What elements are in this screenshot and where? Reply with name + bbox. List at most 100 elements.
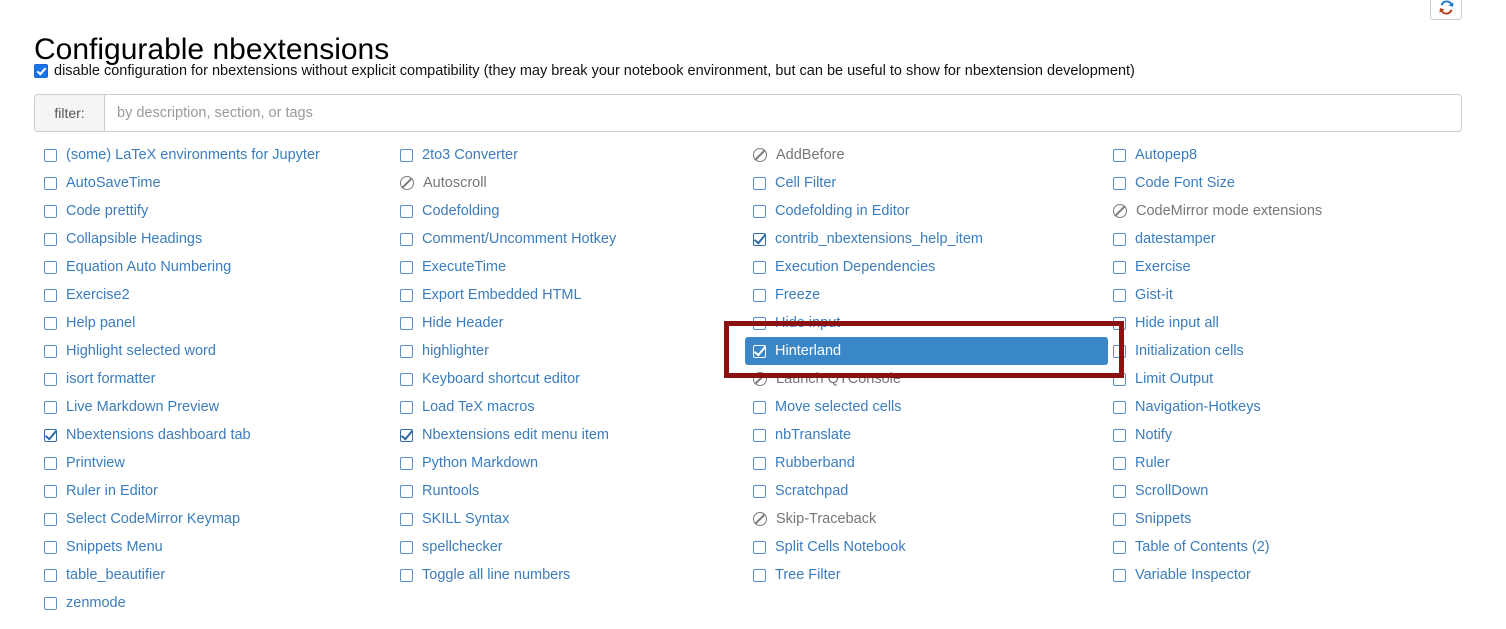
checkbox-unchecked-icon[interactable] <box>1113 288 1126 302</box>
extension-row[interactable]: (some) LaTeX environments for Jupyter <box>44 141 394 169</box>
checkbox-unchecked-icon[interactable] <box>44 512 57 526</box>
checkbox-unchecked-icon[interactable] <box>44 288 57 302</box>
checkbox-unchecked-icon[interactable] <box>1113 428 1126 442</box>
checkbox-unchecked-icon[interactable] <box>1113 232 1126 246</box>
checkbox-unchecked-icon[interactable] <box>1113 540 1126 554</box>
checkbox-unchecked-icon[interactable] <box>1113 148 1126 162</box>
extension-row[interactable]: Python Markdown <box>400 449 750 477</box>
checkbox-unchecked-icon[interactable] <box>44 148 57 162</box>
extension-row[interactable]: Keyboard shortcut editor <box>400 365 750 393</box>
extension-row[interactable]: Limit Output <box>1113 365 1493 393</box>
extension-row[interactable]: Select CodeMirror Keymap <box>44 505 394 533</box>
checkbox-checked-icon[interactable] <box>44 428 57 442</box>
checkbox-unchecked-icon[interactable] <box>753 484 766 498</box>
extension-row[interactable]: SKILL Syntax <box>400 505 750 533</box>
checkbox-unchecked-icon[interactable] <box>44 316 57 330</box>
extension-row[interactable]: Codefolding <box>400 197 750 225</box>
checkbox-unchecked-icon[interactable] <box>44 204 57 218</box>
extension-row[interactable]: 2to3 Converter <box>400 141 750 169</box>
checkbox-unchecked-icon[interactable] <box>1113 484 1126 498</box>
extension-row[interactable]: Autoscroll <box>400 169 750 197</box>
extension-row[interactable]: Skip-Traceback <box>753 505 1108 533</box>
checkbox-unchecked-icon[interactable] <box>1113 568 1126 582</box>
extension-row[interactable]: Snippets Menu <box>44 533 394 561</box>
checkbox-unchecked-icon[interactable] <box>1113 372 1126 386</box>
checkbox-unchecked-icon[interactable] <box>44 344 57 358</box>
extension-row[interactable]: Live Markdown Preview <box>44 393 394 421</box>
extension-row[interactable]: Exercise2 <box>44 281 394 309</box>
extension-row[interactable]: Highlight selected word <box>44 337 394 365</box>
extension-row[interactable]: AddBefore <box>753 141 1108 169</box>
checkbox-unchecked-icon[interactable] <box>753 316 766 330</box>
checkbox-unchecked-icon[interactable] <box>44 232 57 246</box>
checkbox-unchecked-icon[interactable] <box>400 316 413 330</box>
extension-row[interactable]: Help panel <box>44 309 394 337</box>
extension-row[interactable]: Load TeX macros <box>400 393 750 421</box>
extension-row[interactable]: Ruler <box>1113 449 1493 477</box>
extension-row[interactable]: Equation Auto Numbering <box>44 253 394 281</box>
checkbox-unchecked-icon[interactable] <box>400 512 413 526</box>
checkbox-unchecked-icon[interactable] <box>1113 176 1126 190</box>
refresh-button[interactable] <box>1430 0 1462 20</box>
extension-row[interactable]: ScrollDown <box>1113 477 1493 505</box>
extension-row[interactable]: Code Font Size <box>1113 169 1493 197</box>
checkbox-unchecked-icon[interactable] <box>1113 344 1126 358</box>
extension-row[interactable]: Runtools <box>400 477 750 505</box>
extension-row[interactable]: Notify <box>1113 421 1493 449</box>
extension-row[interactable]: Autopep8 <box>1113 141 1493 169</box>
checkbox-unchecked-icon[interactable] <box>400 204 413 218</box>
checkbox-unchecked-icon[interactable] <box>753 540 766 554</box>
extension-row[interactable]: Table of Contents (2) <box>1113 533 1493 561</box>
extension-row[interactable]: Codefolding in Editor <box>753 197 1108 225</box>
extension-row[interactable]: Scratchpad <box>753 477 1108 505</box>
checkbox-unchecked-icon[interactable] <box>44 400 57 414</box>
extension-row[interactable]: zenmode <box>44 589 394 617</box>
checkbox-unchecked-icon[interactable] <box>400 540 413 554</box>
checkbox-unchecked-icon[interactable] <box>44 596 57 610</box>
extension-row[interactable]: Printview <box>44 449 394 477</box>
checkbox-unchecked-icon[interactable] <box>44 176 57 190</box>
checkbox-unchecked-icon[interactable] <box>753 400 766 414</box>
extension-row[interactable]: Comment/Uncomment Hotkey <box>400 225 750 253</box>
filter-input[interactable] <box>105 95 1461 131</box>
checkbox-unchecked-icon[interactable] <box>753 456 766 470</box>
checkbox-unchecked-icon[interactable] <box>400 400 413 414</box>
checkbox-unchecked-icon[interactable] <box>1113 512 1126 526</box>
extension-row[interactable]: Cell Filter <box>753 169 1108 197</box>
checkbox-unchecked-icon[interactable] <box>1113 456 1126 470</box>
checkbox-unchecked-icon[interactable] <box>44 568 57 582</box>
disable-config-row[interactable]: disable configuration for nbextensions w… <box>34 62 1135 80</box>
extension-row[interactable]: isort formatter <box>44 365 394 393</box>
extension-row[interactable]: table_beautifier <box>44 561 394 589</box>
extension-row[interactable]: Execution Dependencies <box>753 253 1108 281</box>
checkbox-unchecked-icon[interactable] <box>400 456 413 470</box>
extension-row[interactable]: Nbextensions edit menu item <box>400 421 750 449</box>
extension-row[interactable]: Ruler in Editor <box>44 477 394 505</box>
extension-row[interactable]: Hide input <box>753 309 1108 337</box>
extension-row[interactable]: spellchecker <box>400 533 750 561</box>
checkbox-unchecked-icon[interactable] <box>753 176 766 190</box>
extension-row[interactable]: Hinterland <box>745 337 1108 365</box>
extension-row[interactable]: Export Embedded HTML <box>400 281 750 309</box>
checkbox-unchecked-icon[interactable] <box>753 204 766 218</box>
extension-row[interactable]: Initialization cells <box>1113 337 1493 365</box>
checkbox-unchecked-icon[interactable] <box>44 260 57 274</box>
checkbox-unchecked-icon[interactable] <box>400 260 413 274</box>
checkbox-unchecked-icon[interactable] <box>753 428 766 442</box>
checkbox-checked-icon[interactable] <box>753 344 766 358</box>
extension-row[interactable]: Nbextensions dashboard tab <box>44 421 394 449</box>
extension-row[interactable]: ExecuteTime <box>400 253 750 281</box>
checkbox-unchecked-icon[interactable] <box>44 456 57 470</box>
checkbox-unchecked-icon[interactable] <box>400 484 413 498</box>
extension-row[interactable]: Tree Filter <box>753 561 1108 589</box>
extension-row[interactable]: contrib_nbextensions_help_item <box>753 225 1108 253</box>
checkbox-unchecked-icon[interactable] <box>44 540 57 554</box>
checkbox-unchecked-icon[interactable] <box>400 568 413 582</box>
checkbox-unchecked-icon[interactable] <box>1113 400 1126 414</box>
checkbox-unchecked-icon[interactable] <box>753 568 766 582</box>
extension-row[interactable]: Hide Header <box>400 309 750 337</box>
checkbox-checked-icon[interactable] <box>400 428 413 442</box>
extension-row[interactable]: nbTranslate <box>753 421 1108 449</box>
extension-row[interactable]: Freeze <box>753 281 1108 309</box>
checkbox-unchecked-icon[interactable] <box>44 372 57 386</box>
